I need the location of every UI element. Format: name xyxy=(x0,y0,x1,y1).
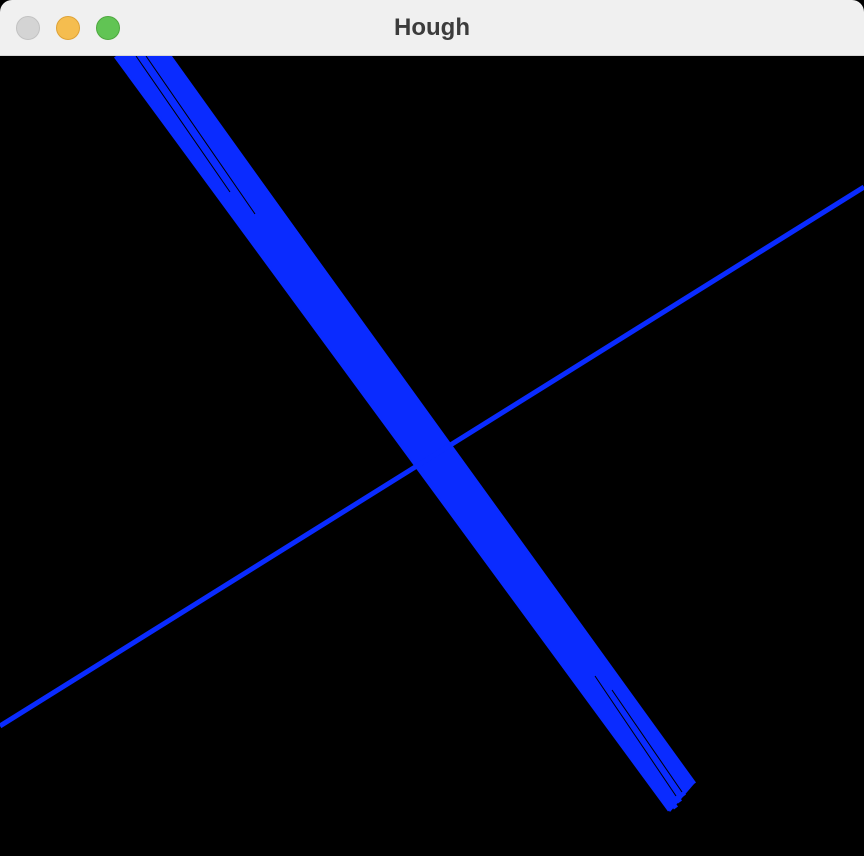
app-window: Hough xyxy=(0,0,864,856)
title-bar[interactable]: Hough xyxy=(0,0,864,56)
hough-canvas xyxy=(0,56,864,856)
hough-lines-drawing xyxy=(0,56,864,856)
window-title: Hough xyxy=(394,14,470,41)
